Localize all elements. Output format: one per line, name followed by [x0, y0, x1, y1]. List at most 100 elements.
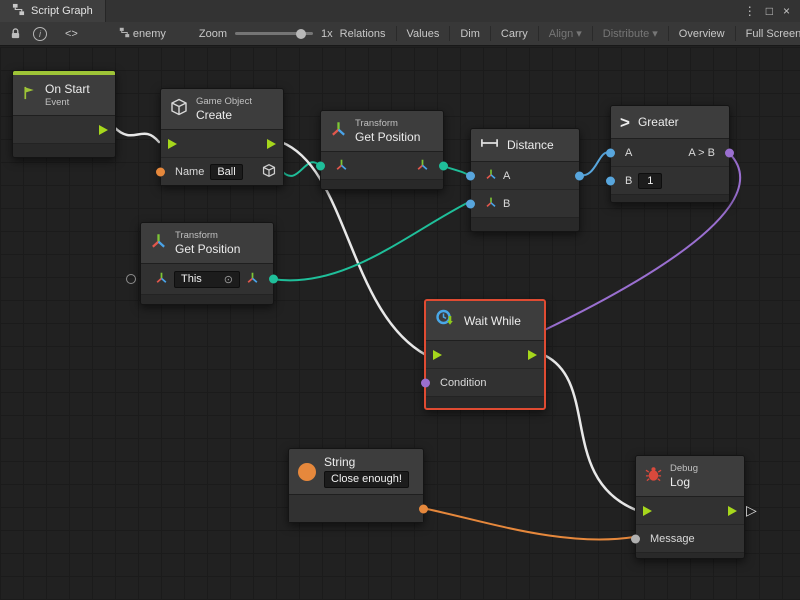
- port-flow-in[interactable]: [433, 350, 442, 360]
- align-button[interactable]: Align ▾: [542, 22, 589, 46]
- port-position-out[interactable]: [439, 161, 448, 170]
- target-dropdown[interactable]: This ⊙: [174, 271, 240, 288]
- script-graph-icon: [12, 3, 25, 19]
- node-debug-log[interactable]: Debug Log Message: [635, 455, 745, 559]
- code-icon[interactable]: <>: [59, 22, 84, 46]
- port-condition-in[interactable]: [421, 378, 430, 387]
- wait-clock-icon: [435, 308, 456, 333]
- node-title: Create: [196, 108, 252, 122]
- node-header: On Start Event: [13, 75, 115, 116]
- greater-icon: >: [620, 114, 630, 131]
- port-position-out[interactable]: [269, 275, 278, 284]
- transform-axes-icon: [150, 232, 167, 254]
- port-string-out[interactable]: [419, 504, 428, 513]
- node-string[interactable]: String Close enough!: [288, 448, 424, 523]
- port-name-in[interactable]: [156, 167, 165, 176]
- message-label: Message: [650, 533, 695, 545]
- input-a-label: A: [503, 170, 510, 182]
- port-flow-out[interactable]: [267, 139, 276, 149]
- node-title: Get Position: [175, 242, 240, 256]
- vector3-axes-icon: [485, 196, 497, 211]
- flag-icon: [22, 85, 37, 106]
- toolbar-separator: [538, 26, 539, 41]
- node-create[interactable]: Game Object Create Name Ball: [160, 88, 284, 186]
- node-header: String Close enough!: [289, 449, 423, 495]
- node-header: Transform Get Position: [321, 111, 443, 152]
- port-flow-out[interactable]: [528, 350, 537, 360]
- node-footer: [141, 294, 273, 304]
- input-b-label: B: [625, 175, 632, 187]
- name-value-field[interactable]: Ball: [210, 164, 242, 180]
- window-title: Script Graph: [31, 5, 93, 17]
- string-icon: [298, 463, 316, 481]
- port-flow-out[interactable]: [728, 506, 737, 516]
- caret-down-icon: ▾: [652, 27, 658, 40]
- node-title: Distance: [507, 138, 554, 152]
- b-value-field[interactable]: 1: [638, 173, 662, 189]
- node-wait-while[interactable]: Wait While Condition: [424, 299, 546, 410]
- node-footer: [13, 143, 115, 157]
- port-b-in[interactable]: [466, 199, 475, 208]
- node-get-position-1[interactable]: Transform Get Position: [320, 110, 444, 190]
- ruler-icon: [480, 136, 499, 154]
- node-on-start[interactable]: On Start Event: [12, 70, 116, 158]
- cube-icon: [170, 98, 188, 121]
- port-a-in[interactable]: [466, 171, 475, 180]
- graph-name: enemy: [133, 28, 166, 40]
- full-screen-button[interactable]: Full Screen: [739, 22, 800, 46]
- close-icon[interactable]: ×: [783, 4, 790, 18]
- node-title: Wait While: [464, 314, 521, 328]
- input-b-label: B: [503, 198, 510, 210]
- toolbar-separator: [668, 26, 669, 41]
- port-message-in[interactable]: [631, 534, 640, 543]
- node-category: Transform: [175, 230, 240, 241]
- window-menu-icon[interactable]: ⋮: [744, 4, 756, 18]
- unconnected-port-indicator: [126, 274, 136, 284]
- node-get-position-2[interactable]: Transform Get Position This ⊙: [140, 222, 274, 305]
- toolbar-separator: [449, 26, 450, 41]
- values-button[interactable]: Values: [400, 22, 447, 46]
- port-flow-out[interactable]: [99, 125, 108, 135]
- dim-button[interactable]: Dim: [453, 22, 487, 46]
- maximize-icon[interactable]: □: [766, 4, 773, 18]
- object-picker-icon[interactable]: ⊙: [224, 273, 233, 286]
- distribute-button[interactable]: Distribute ▾: [596, 22, 665, 46]
- transform-axes-icon: [330, 120, 347, 142]
- port-b-in[interactable]: [606, 176, 615, 185]
- port-flow-in[interactable]: [168, 139, 177, 149]
- overview-button[interactable]: Overview: [672, 22, 732, 46]
- node-greater[interactable]: > Greater A A > B B 1: [610, 105, 730, 203]
- node-category: Game Object: [196, 96, 252, 107]
- zoom-slider[interactable]: [235, 32, 313, 35]
- node-header: Transform Get Position: [141, 223, 273, 264]
- bug-icon: [645, 466, 662, 487]
- node-header: Distance: [471, 129, 579, 162]
- zoom-slider-knob[interactable]: [296, 29, 306, 39]
- vector3-axes-icon: [335, 158, 348, 174]
- node-footer: [426, 396, 544, 408]
- node-distance[interactable]: Distance A B: [470, 128, 580, 232]
- toolbar-separator: [592, 26, 593, 41]
- string-value-field[interactable]: Close enough!: [324, 471, 409, 488]
- toolbar-separator: [396, 26, 397, 41]
- node-header: Wait While: [426, 301, 544, 341]
- breadcrumb-graph[interactable]: enemy: [112, 22, 173, 46]
- carry-button[interactable]: Carry: [494, 22, 535, 46]
- flow-continuation-marker: ▷: [746, 502, 757, 519]
- node-category: Debug: [670, 463, 698, 474]
- output-label: A > B: [688, 147, 715, 159]
- port-result-out[interactable]: [725, 148, 734, 157]
- port-flow-in[interactable]: [643, 506, 652, 516]
- zoom-label: Zoom: [199, 28, 227, 40]
- port-gameobject-out cube-icon[interactable]: [262, 163, 276, 180]
- port-transform-in[interactable]: [316, 161, 325, 170]
- port-a-in[interactable]: [606, 148, 615, 157]
- vector3-axes-icon: [155, 271, 168, 287]
- port-result-out[interactable]: [575, 171, 584, 180]
- input-a-label: A: [625, 147, 632, 159]
- tab-script-graph[interactable]: Script Graph: [0, 0, 106, 22]
- relations-button[interactable]: Relations: [333, 22, 393, 46]
- node-title: Get Position: [355, 130, 420, 144]
- lock-icon[interactable]: [4, 22, 27, 46]
- info-icon[interactable]: i: [27, 22, 53, 46]
